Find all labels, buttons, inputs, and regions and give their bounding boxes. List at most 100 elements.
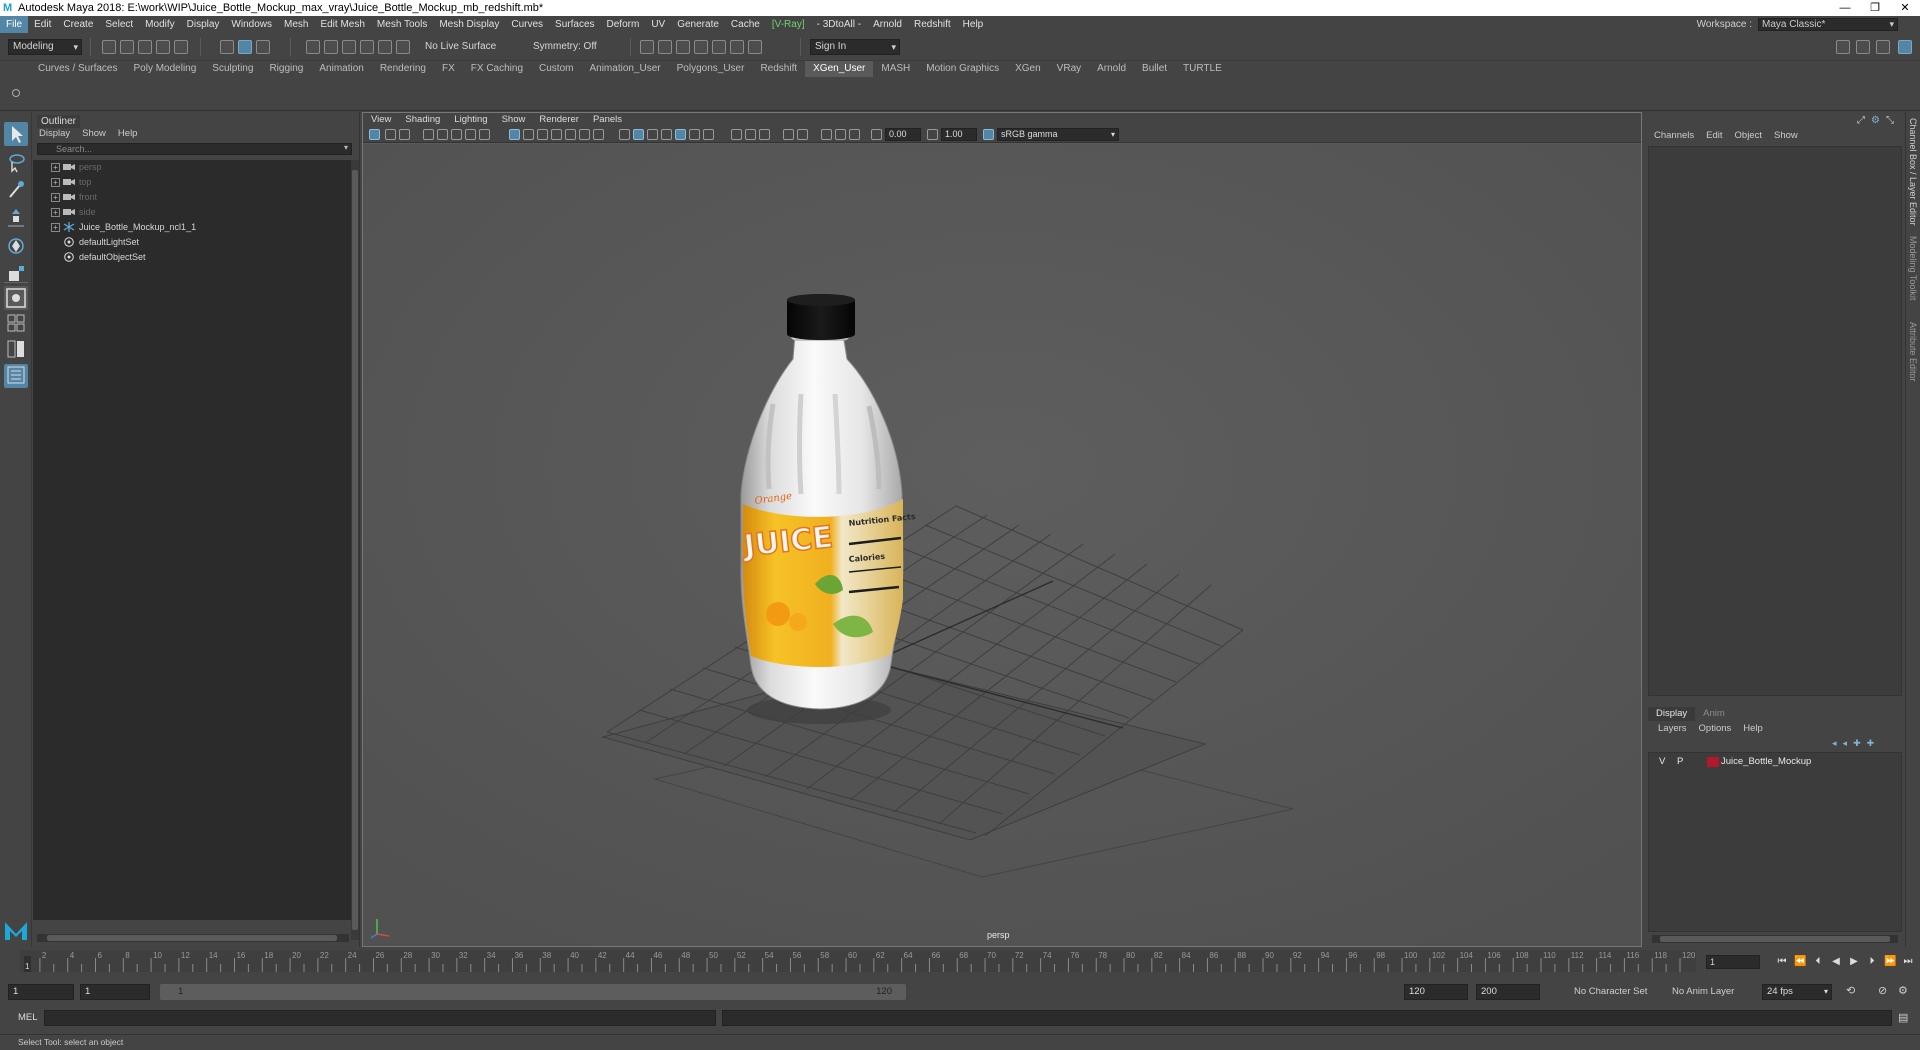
shelf-tab-motion-graphics[interactable]: Motion Graphics bbox=[918, 61, 1007, 77]
shelf-tab-animation[interactable]: Animation bbox=[311, 61, 371, 77]
step-forward-key-icon[interactable]: ⏩ bbox=[1884, 956, 1896, 968]
outliner-item-default-light-set[interactable]: defaultLightSet bbox=[33, 235, 139, 249]
playback-end-field[interactable]: 120 bbox=[1404, 984, 1468, 1000]
exposure-icon[interactable] bbox=[871, 129, 882, 140]
resolution-gate-icon[interactable] bbox=[537, 129, 548, 140]
move-tool-icon[interactable] bbox=[4, 206, 28, 230]
current-frame-field[interactable]: 1 bbox=[1706, 955, 1760, 969]
outliner-layout-icon[interactable] bbox=[4, 364, 28, 388]
snap-orient-icon[interactable] bbox=[396, 40, 410, 54]
shelf-tab-redshift[interactable]: Redshift bbox=[752, 61, 805, 77]
shelf-tab-custom[interactable]: Custom bbox=[531, 61, 581, 77]
grid-icon[interactable] bbox=[509, 129, 520, 140]
channel-box-menu-channels[interactable]: Channels bbox=[1654, 130, 1694, 141]
layer-menu-options[interactable]: Options bbox=[1699, 723, 1732, 734]
layer-playback-toggle[interactable]: P bbox=[1677, 755, 1683, 769]
redo-icon[interactable] bbox=[174, 40, 188, 54]
gamma-field[interactable]: 1.00 bbox=[941, 128, 977, 141]
render-settings-icon[interactable] bbox=[676, 40, 690, 54]
viewport-menu-renderer[interactable]: Renderer bbox=[539, 113, 579, 127]
auto-key-icon[interactable]: ⊘ bbox=[1878, 984, 1887, 997]
save-scene-icon[interactable] bbox=[138, 40, 152, 54]
menu-surfaces[interactable]: Surfaces bbox=[549, 16, 600, 33]
settings-icon[interactable]: ⚙ bbox=[1871, 115, 1880, 126]
select-component-icon[interactable] bbox=[256, 40, 270, 54]
outliner-item-front[interactable]: + front bbox=[33, 190, 97, 204]
film-gate-icon[interactable] bbox=[523, 129, 534, 140]
undo-icon[interactable] bbox=[156, 40, 170, 54]
outliner-search-input[interactable]: Search... bbox=[37, 143, 352, 155]
expand-icon[interactable]: + bbox=[51, 207, 60, 217]
outliner-menu-show[interactable]: Show bbox=[82, 128, 106, 139]
pause-icon[interactable] bbox=[748, 40, 762, 54]
channel-box-area[interactable] bbox=[1648, 146, 1902, 696]
menu-select[interactable]: Select bbox=[99, 16, 139, 33]
channel-box-menu-object[interactable]: Object bbox=[1735, 130, 1762, 141]
outliner-vertical-scrollbar[interactable] bbox=[351, 160, 359, 940]
tab-anim[interactable]: Anim bbox=[1695, 707, 1733, 721]
step-forward-frame-icon[interactable]: ⏵ bbox=[1866, 956, 1878, 968]
menu-edit-mesh[interactable]: Edit Mesh bbox=[314, 16, 370, 33]
animation-end-field[interactable]: 200 bbox=[1476, 984, 1540, 1000]
xray-components-icon[interactable] bbox=[835, 129, 846, 140]
scrollbar-thumb[interactable] bbox=[352, 170, 358, 930]
four-view-layout-icon[interactable] bbox=[4, 312, 28, 336]
light-editor-icon[interactable] bbox=[730, 40, 744, 54]
script-language-label[interactable]: MEL bbox=[18, 1012, 38, 1023]
side-tab-attribute-editor[interactable]: Attribute Editor bbox=[1908, 322, 1918, 382]
range-slider[interactable]: 1 120 bbox=[160, 984, 906, 1000]
viewport-menu-shading[interactable]: Shading bbox=[405, 113, 440, 127]
animation-start-field[interactable]: 1 bbox=[8, 984, 74, 1000]
select-hierarchy-icon[interactable] bbox=[220, 40, 234, 54]
workspace-dropdown[interactable]: Maya Classic* bbox=[1758, 18, 1898, 31]
lock-camera-icon[interactable] bbox=[465, 129, 476, 140]
textured-icon[interactable] bbox=[661, 129, 672, 140]
command-input[interactable] bbox=[44, 1010, 716, 1026]
live-surface-label[interactable]: No Live Surface bbox=[420, 39, 510, 55]
expand-icon[interactable]: + bbox=[51, 177, 60, 187]
render-icon[interactable] bbox=[640, 40, 654, 54]
snap-surface-icon[interactable] bbox=[378, 40, 392, 54]
xray-icon[interactable] bbox=[797, 129, 808, 140]
field-chart-icon[interactable] bbox=[565, 129, 576, 140]
playback-start-field[interactable]: 1 bbox=[80, 984, 150, 1000]
wireframe-icon[interactable] bbox=[619, 129, 630, 140]
ipr-render-icon[interactable] bbox=[658, 40, 672, 54]
toggle-channel-box-icon[interactable] bbox=[1898, 40, 1912, 54]
shelf-tab-animation-user[interactable]: Animation_User bbox=[581, 61, 668, 77]
render-view-icon[interactable] bbox=[712, 40, 726, 54]
step-back-frame-icon[interactable]: ⏴ bbox=[1812, 956, 1824, 968]
hypershade-icon[interactable] bbox=[694, 40, 708, 54]
shelf-tab-mash[interactable]: MASH bbox=[873, 61, 918, 77]
anim-prefs-icon[interactable]: ⚙ bbox=[1898, 984, 1908, 997]
menu-redshift[interactable]: Redshift bbox=[908, 16, 957, 33]
shelf-tab-xgen[interactable]: XGen bbox=[1007, 61, 1049, 77]
menu-windows[interactable]: Windows bbox=[225, 16, 278, 33]
outliner-item-top[interactable]: + top bbox=[33, 175, 92, 189]
fps-dropdown[interactable]: 24 fps ▾ bbox=[1762, 984, 1832, 1000]
time-slider-ruler[interactable]: 2 4 6 8 10 12 14 16 18 20 22 24 26 28 30 32 34 36 38 40 42 44… bbox=[20, 950, 1696, 972]
menu-edit[interactable]: Edit bbox=[28, 16, 57, 33]
outliner-menu-display[interactable]: Display bbox=[39, 128, 70, 139]
layer-row[interactable]: V P Juice_Bottle_Mockup bbox=[1649, 755, 1901, 769]
safe-title-icon[interactable] bbox=[593, 129, 604, 140]
use-all-lights-icon[interactable] bbox=[675, 129, 686, 140]
menu-deform[interactable]: Deform bbox=[601, 16, 646, 33]
snap-curve-icon[interactable] bbox=[324, 40, 338, 54]
time-slider[interactable]: 2 4 6 8 10 12 14 16 18 20 22 24 26 28 30 32 34 36 38 40 42 44… bbox=[0, 948, 1920, 976]
isolate-select-icon[interactable] bbox=[783, 129, 794, 140]
menu-generate[interactable]: Generate bbox=[671, 16, 725, 33]
menu-cache[interactable]: Cache bbox=[725, 16, 766, 33]
ambient-occlusion-icon[interactable] bbox=[703, 129, 714, 140]
exposure-field[interactable]: 0.00 bbox=[885, 128, 921, 141]
color-space-dropdown[interactable]: sRGB gamma ▾ bbox=[997, 128, 1119, 141]
minimize-button[interactable]: — bbox=[1830, 0, 1860, 16]
menu-mesh-display[interactable]: Mesh Display bbox=[433, 16, 505, 33]
smooth-shade-icon[interactable] bbox=[633, 129, 644, 140]
open-scene-icon[interactable] bbox=[120, 40, 134, 54]
shelf-tab-poly-modeling[interactable]: Poly Modeling bbox=[125, 61, 204, 77]
go-to-start-icon[interactable]: ⏮ bbox=[1776, 956, 1788, 968]
play-forward-icon[interactable]: ▶ bbox=[1848, 956, 1860, 968]
viewport-menu-lighting[interactable]: Lighting bbox=[454, 113, 487, 127]
float-icon[interactable]: ⤡ bbox=[1886, 115, 1894, 126]
